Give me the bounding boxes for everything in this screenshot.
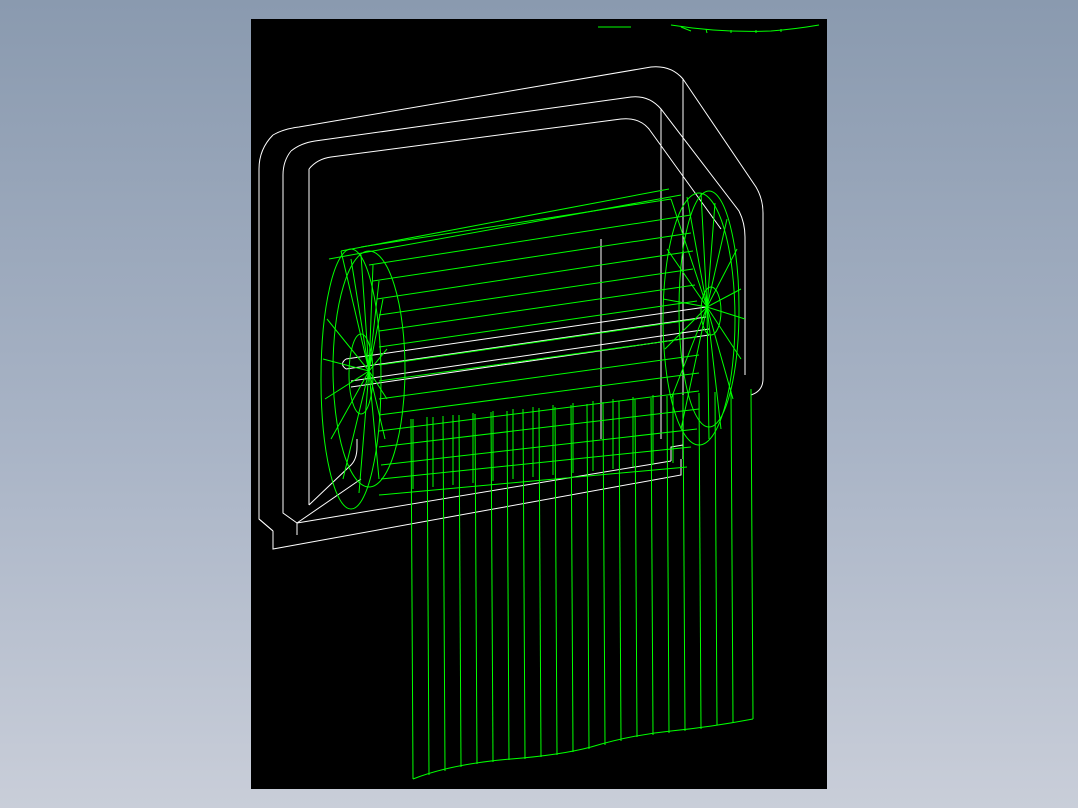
wireframe-scene[interactable]: [251, 19, 827, 789]
viewport-background: [251, 19, 827, 789]
cad-viewport[interactable]: [251, 19, 827, 789]
